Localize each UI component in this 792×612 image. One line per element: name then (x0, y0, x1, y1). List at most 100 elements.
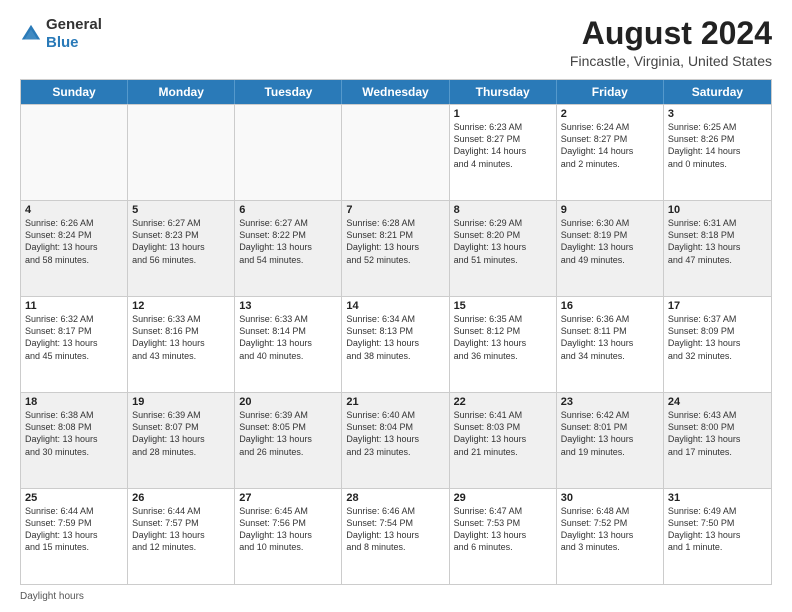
day-of-week-sunday: Sunday (21, 80, 128, 104)
calendar-cell (21, 105, 128, 200)
day-number: 26 (132, 492, 230, 504)
calendar-cell: 19Sunrise: 6:39 AM Sunset: 8:07 PM Dayli… (128, 393, 235, 488)
month-year: August 2024 (570, 16, 772, 51)
calendar: SundayMondayTuesdayWednesdayThursdayFrid… (20, 79, 772, 585)
logo-general: General (46, 16, 102, 33)
location: Fincastle, Virginia, United States (570, 53, 772, 69)
page: General Blue August 2024 Fincastle, Virg… (0, 0, 792, 612)
day-number: 31 (668, 492, 767, 504)
cell-info: Sunrise: 6:35 AM Sunset: 8:12 PM Dayligh… (454, 313, 552, 362)
cell-info: Sunrise: 6:23 AM Sunset: 8:27 PM Dayligh… (454, 121, 552, 170)
calendar-cell: 8Sunrise: 6:29 AM Sunset: 8:20 PM Daylig… (450, 201, 557, 296)
cell-info: Sunrise: 6:30 AM Sunset: 8:19 PM Dayligh… (561, 217, 659, 266)
day-number: 28 (346, 492, 444, 504)
day-number: 8 (454, 204, 552, 216)
day-number: 25 (25, 492, 123, 504)
calendar-cell: 13Sunrise: 6:33 AM Sunset: 8:14 PM Dayli… (235, 297, 342, 392)
cell-info: Sunrise: 6:32 AM Sunset: 8:17 PM Dayligh… (25, 313, 123, 362)
cell-info: Sunrise: 6:24 AM Sunset: 8:27 PM Dayligh… (561, 121, 659, 170)
day-number: 22 (454, 396, 552, 408)
day-of-week-thursday: Thursday (450, 80, 557, 104)
day-number: 4 (25, 204, 123, 216)
cell-info: Sunrise: 6:33 AM Sunset: 8:14 PM Dayligh… (239, 313, 337, 362)
day-number: 3 (668, 108, 767, 120)
calendar-cell: 11Sunrise: 6:32 AM Sunset: 8:17 PM Dayli… (21, 297, 128, 392)
cell-info: Sunrise: 6:38 AM Sunset: 8:08 PM Dayligh… (25, 409, 123, 458)
calendar-cell: 20Sunrise: 6:39 AM Sunset: 8:05 PM Dayli… (235, 393, 342, 488)
cell-info: Sunrise: 6:39 AM Sunset: 8:07 PM Dayligh… (132, 409, 230, 458)
cell-info: Sunrise: 6:33 AM Sunset: 8:16 PM Dayligh… (132, 313, 230, 362)
day-number: 24 (668, 396, 767, 408)
cell-info: Sunrise: 6:49 AM Sunset: 7:50 PM Dayligh… (668, 505, 767, 554)
day-number: 19 (132, 396, 230, 408)
calendar-row: 4Sunrise: 6:26 AM Sunset: 8:24 PM Daylig… (21, 200, 771, 296)
cell-info: Sunrise: 6:42 AM Sunset: 8:01 PM Dayligh… (561, 409, 659, 458)
calendar-cell: 9Sunrise: 6:30 AM Sunset: 8:19 PM Daylig… (557, 201, 664, 296)
cell-info: Sunrise: 6:47 AM Sunset: 7:53 PM Dayligh… (454, 505, 552, 554)
cell-info: Sunrise: 6:44 AM Sunset: 7:59 PM Dayligh… (25, 505, 123, 554)
calendar-cell: 12Sunrise: 6:33 AM Sunset: 8:16 PM Dayli… (128, 297, 235, 392)
title-block: August 2024 Fincastle, Virginia, United … (570, 16, 772, 69)
day-number: 9 (561, 204, 659, 216)
day-number: 21 (346, 396, 444, 408)
cell-info: Sunrise: 6:37 AM Sunset: 8:09 PM Dayligh… (668, 313, 767, 362)
cell-info: Sunrise: 6:41 AM Sunset: 8:03 PM Dayligh… (454, 409, 552, 458)
header: General Blue August 2024 Fincastle, Virg… (20, 16, 772, 69)
calendar-row: 11Sunrise: 6:32 AM Sunset: 8:17 PM Dayli… (21, 296, 771, 392)
calendar-row: 25Sunrise: 6:44 AM Sunset: 7:59 PM Dayli… (21, 488, 771, 584)
cell-info: Sunrise: 6:43 AM Sunset: 8:00 PM Dayligh… (668, 409, 767, 458)
calendar-cell: 30Sunrise: 6:48 AM Sunset: 7:52 PM Dayli… (557, 489, 664, 584)
calendar-cell: 31Sunrise: 6:49 AM Sunset: 7:50 PM Dayli… (664, 489, 771, 584)
day-number: 5 (132, 204, 230, 216)
day-number: 27 (239, 492, 337, 504)
day-of-week-monday: Monday (128, 80, 235, 104)
calendar-cell (342, 105, 449, 200)
cell-info: Sunrise: 6:31 AM Sunset: 8:18 PM Dayligh… (668, 217, 767, 266)
day-number: 12 (132, 300, 230, 312)
day-number: 17 (668, 300, 767, 312)
cell-info: Sunrise: 6:28 AM Sunset: 8:21 PM Dayligh… (346, 217, 444, 266)
day-of-week-tuesday: Tuesday (235, 80, 342, 104)
day-of-week-wednesday: Wednesday (342, 80, 449, 104)
day-number: 30 (561, 492, 659, 504)
calendar-row: 1Sunrise: 6:23 AM Sunset: 8:27 PM Daylig… (21, 104, 771, 200)
day-number: 11 (25, 300, 123, 312)
calendar-cell: 10Sunrise: 6:31 AM Sunset: 8:18 PM Dayli… (664, 201, 771, 296)
cell-info: Sunrise: 6:39 AM Sunset: 8:05 PM Dayligh… (239, 409, 337, 458)
calendar-cell: 15Sunrise: 6:35 AM Sunset: 8:12 PM Dayli… (450, 297, 557, 392)
calendar-cell: 2Sunrise: 6:24 AM Sunset: 8:27 PM Daylig… (557, 105, 664, 200)
calendar-cell: 29Sunrise: 6:47 AM Sunset: 7:53 PM Dayli… (450, 489, 557, 584)
day-number: 2 (561, 108, 659, 120)
calendar-cell: 4Sunrise: 6:26 AM Sunset: 8:24 PM Daylig… (21, 201, 128, 296)
calendar-cell: 25Sunrise: 6:44 AM Sunset: 7:59 PM Dayli… (21, 489, 128, 584)
calendar-cell: 16Sunrise: 6:36 AM Sunset: 8:11 PM Dayli… (557, 297, 664, 392)
calendar-cell: 5Sunrise: 6:27 AM Sunset: 8:23 PM Daylig… (128, 201, 235, 296)
calendar-cell: 17Sunrise: 6:37 AM Sunset: 8:09 PM Dayli… (664, 297, 771, 392)
day-number: 23 (561, 396, 659, 408)
calendar-cell: 28Sunrise: 6:46 AM Sunset: 7:54 PM Dayli… (342, 489, 449, 584)
cell-info: Sunrise: 6:45 AM Sunset: 7:56 PM Dayligh… (239, 505, 337, 554)
calendar-cell: 21Sunrise: 6:40 AM Sunset: 8:04 PM Dayli… (342, 393, 449, 488)
day-number: 7 (346, 204, 444, 216)
day-number: 1 (454, 108, 552, 120)
day-number: 10 (668, 204, 767, 216)
day-of-week-friday: Friday (557, 80, 664, 104)
calendar-cell: 22Sunrise: 6:41 AM Sunset: 8:03 PM Dayli… (450, 393, 557, 488)
logo-icon (20, 23, 42, 45)
calendar-cell: 6Sunrise: 6:27 AM Sunset: 8:22 PM Daylig… (235, 201, 342, 296)
cell-info: Sunrise: 6:25 AM Sunset: 8:26 PM Dayligh… (668, 121, 767, 170)
logo-blue: Blue (46, 34, 79, 51)
calendar-cell: 3Sunrise: 6:25 AM Sunset: 8:26 PM Daylig… (664, 105, 771, 200)
calendar-cell: 18Sunrise: 6:38 AM Sunset: 8:08 PM Dayli… (21, 393, 128, 488)
cell-info: Sunrise: 6:27 AM Sunset: 8:23 PM Dayligh… (132, 217, 230, 266)
day-number: 14 (346, 300, 444, 312)
calendar-cell: 24Sunrise: 6:43 AM Sunset: 8:00 PM Dayli… (664, 393, 771, 488)
calendar-header: SundayMondayTuesdayWednesdayThursdayFrid… (21, 80, 771, 104)
cell-info: Sunrise: 6:46 AM Sunset: 7:54 PM Dayligh… (346, 505, 444, 554)
calendar-cell: 1Sunrise: 6:23 AM Sunset: 8:27 PM Daylig… (450, 105, 557, 200)
cell-info: Sunrise: 6:48 AM Sunset: 7:52 PM Dayligh… (561, 505, 659, 554)
calendar-cell (128, 105, 235, 200)
day-number: 6 (239, 204, 337, 216)
calendar-cell: 7Sunrise: 6:28 AM Sunset: 8:21 PM Daylig… (342, 201, 449, 296)
day-number: 16 (561, 300, 659, 312)
